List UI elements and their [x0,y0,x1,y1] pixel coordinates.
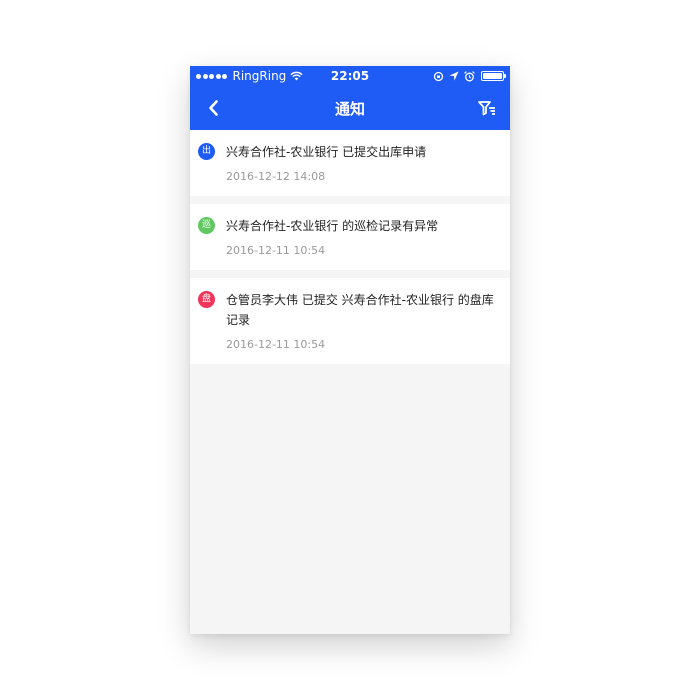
filter-button[interactable] [476,97,498,119]
notification-list: 出 兴寿合作社-农业银行 已提交出库申请 2016-12-12 14:08 巡 … [190,130,510,372]
page-title: 通知 [334,100,365,118]
notification-item[interactable]: 巡 兴寿合作社-农业银行 的巡检记录有异常 2016-12-11 10:54 [190,204,510,270]
location-arrow-icon [449,71,459,81]
battery-icon [481,71,506,81]
notification-item[interactable]: 盘 仓管员李大伟 已提交 兴寿合作社-农业银行 的盘库记录 2016-12-11… [190,278,510,364]
status-right [428,69,506,83]
notification-text: 兴寿合作社-农业银行 已提交出库申请 [226,145,427,159]
header: RingRing 22:05 通知 [190,66,510,130]
notification-text: 仓管员李大伟 已提交 兴寿合作社-农业银行 的盘库记录 [226,293,494,327]
notification-text: 兴寿合作社-农业银行 的巡检记录有异常 [226,219,439,233]
nav-bar: 通知 [190,86,510,130]
status-bar: RingRing 22:05 [190,66,510,86]
notification-badge: 出 [198,143,215,160]
notification-time: 2016-12-11 10:54 [226,244,326,257]
notification-time: 2016-12-11 10:54 [226,338,326,351]
alarm-clock-icon [464,70,475,81]
notification-badge: 盘 [198,291,215,308]
notification-badge: 巡 [198,217,215,234]
notification-time: 2016-12-12 14:08 [226,170,326,183]
filter-icon [478,101,495,116]
notification-item[interactable]: 出 兴寿合作社-农业银行 已提交出库申请 2016-12-12 14:08 [190,130,510,196]
phone-screen: RingRing 22:05 通知 出 兴寿合作社-农业银行 已提交出库申请 2… [190,66,510,634]
rotation-lock-icon [433,71,444,81]
